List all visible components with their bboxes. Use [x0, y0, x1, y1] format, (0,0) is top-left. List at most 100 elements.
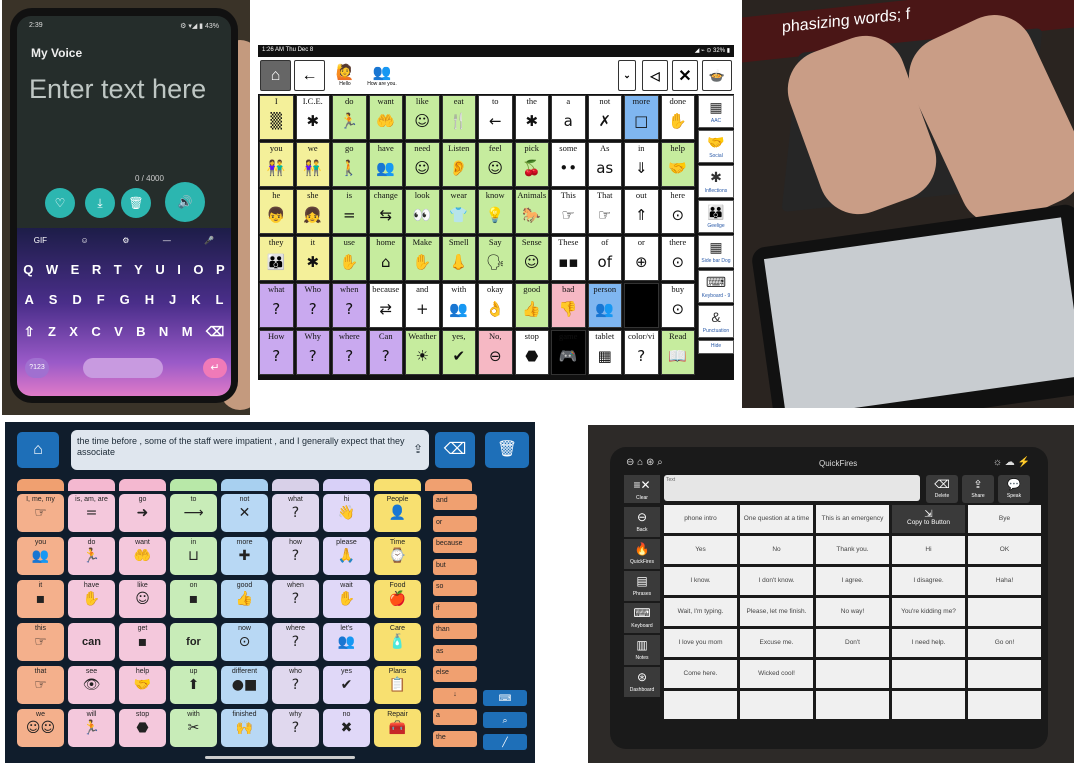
key[interactable]: K: [191, 292, 200, 307]
word-button[interactable]: I, me, my ☞: [17, 494, 64, 532]
grid-cell[interactable]: Read 📖: [660, 330, 695, 375]
grid-cell[interactable]: need ☺: [405, 142, 440, 187]
conjunction-button[interactable]: but: [433, 558, 477, 575]
grid-cell[interactable]: These ▪▪: [551, 236, 586, 281]
close-icon[interactable]: ✕: [672, 60, 698, 91]
quickfire-cell[interactable]: Bye: [968, 505, 1041, 533]
grid-cell[interactable]: like ☺: [405, 95, 440, 140]
key[interactable]: C: [91, 324, 100, 340]
side-button[interactable]: Hide: [698, 340, 734, 354]
grid-cell[interactable]: want 🤲: [368, 95, 403, 140]
word-button[interactable]: more ✚: [221, 537, 268, 575]
grid-cell[interactable]: help 🤝: [660, 142, 695, 187]
grid-cell[interactable]: out ⇑: [624, 189, 659, 234]
space-key[interactable]: [83, 358, 163, 378]
word-button[interactable]: have ✋: [68, 580, 115, 618]
home-icon[interactable]: ⌂: [260, 60, 291, 91]
key[interactable]: D: [72, 292, 81, 307]
quickfire-cell[interactable]: Hi: [892, 536, 965, 564]
quickfire-cell[interactable]: Excuse me.: [740, 629, 813, 657]
key[interactable]: P: [216, 262, 225, 277]
menu-quickfires[interactable]: 🔥 QuickFires: [624, 539, 660, 569]
word-button[interactable]: who?: [272, 666, 319, 704]
word-button[interactable]: let's 👥: [323, 623, 370, 661]
side-button[interactable]: ▦ AAC: [698, 95, 734, 128]
key[interactable]: A: [24, 292, 33, 307]
grid-cell[interactable]: is =: [332, 189, 367, 234]
folder-tab[interactable]: [323, 479, 370, 491]
word-button[interactable]: that ☞: [17, 666, 64, 704]
quickfire-cell[interactable]: Wait, I'm typing.: [664, 598, 737, 626]
key[interactable]: B: [136, 324, 145, 340]
grid-cell[interactable]: Weather ☀: [405, 330, 440, 375]
menu-dashboard[interactable]: ⊛ Dashboard: [624, 667, 660, 697]
word-button[interactable]: up ⬆: [170, 666, 217, 704]
suggestion-key[interactable]: ⚙: [122, 236, 129, 245]
grid-cell[interactable]: done ✋: [660, 95, 695, 140]
grid-cell[interactable]: good 👍: [514, 283, 549, 328]
grid-cell[interactable]: what?: [259, 283, 294, 328]
word-button[interactable]: no ✖: [323, 709, 370, 747]
word-button[interactable]: now ⊙: [221, 623, 268, 661]
grid-cell[interactable]: eat 🍴: [441, 95, 476, 140]
menu-phrases[interactable]: ▤ Phrases: [624, 571, 660, 601]
grid-cell[interactable]: it ✱: [295, 236, 330, 281]
grid-cell[interactable]: buy ⊙: [660, 283, 695, 328]
grid-cell[interactable]: we 👫: [295, 142, 330, 187]
grid-cell[interactable]: Say 🗣: [478, 236, 513, 281]
conjunction-button[interactable]: if: [433, 601, 477, 618]
conjunction-button[interactable]: so: [433, 580, 477, 596]
quickfire-cell[interactable]: This is an emergency: [816, 505, 889, 533]
side-button[interactable]: 🤝 Social: [698, 130, 734, 163]
key[interactable]: R: [92, 262, 101, 277]
conjunction-button[interactable]: than: [433, 623, 477, 639]
key[interactable]: F: [97, 292, 105, 307]
key[interactable]: Q: [23, 262, 33, 277]
quickfire-cell[interactable]: I need help.: [892, 629, 965, 657]
folder-tab[interactable]: [170, 479, 217, 491]
key[interactable]: X: [69, 324, 78, 340]
quickfire-cell[interactable]: No: [740, 536, 813, 564]
share-icon[interactable]: ⇪: [413, 443, 423, 455]
word-button[interactable]: wait ✋: [323, 580, 370, 618]
conjunction-button[interactable]: else: [433, 666, 477, 682]
grid-cell[interactable]: Why?: [295, 330, 330, 375]
grid-cell[interactable]: That ☞: [587, 189, 622, 234]
key[interactable]: ⌫: [206, 324, 224, 340]
key[interactable]: G: [120, 292, 130, 307]
key[interactable]: Z: [48, 324, 56, 340]
word-button[interactable]: this ☞: [17, 623, 64, 661]
side-button[interactable]: ⌨ Keyboard - 9: [698, 270, 734, 303]
grid-cell[interactable]: I ▒: [259, 95, 294, 140]
grid-cell[interactable]: Animals 🐎: [514, 189, 549, 234]
quickfire-cell[interactable]: You're kidding me?: [892, 598, 965, 626]
back-arrow-icon[interactable]: ←: [294, 60, 325, 91]
heart-icon[interactable]: ♡: [45, 188, 75, 218]
word-button[interactable]: Time ⌚: [374, 537, 421, 575]
key[interactable]: Y: [134, 262, 143, 277]
grid-cell[interactable]: where?: [332, 330, 367, 375]
grid-cell[interactable]: of of: [587, 236, 622, 281]
status-icons[interactable]: ☼ ☁ ⚡: [993, 457, 1030, 468]
speak-button[interactable]: 💬 Speak: [998, 475, 1030, 503]
text-input[interactable]: Enter text here: [29, 74, 206, 105]
suggestion-key[interactable]: —: [163, 236, 171, 245]
word-button[interactable]: is, am, are =: [68, 494, 115, 532]
keyboard-icon[interactable]: ⌨: [483, 690, 527, 706]
key[interactable]: V: [114, 324, 123, 340]
grid-cell[interactable]: he 👦: [259, 189, 294, 234]
trash-icon[interactable]: 🗑: [485, 432, 529, 468]
grid-cell[interactable]: in ⇓: [624, 142, 659, 187]
word-button[interactable]: to ⟶: [170, 494, 217, 532]
grid-cell[interactable]: okay 👌: [478, 283, 513, 328]
grid-cell[interactable]: pick 🍒: [514, 142, 549, 187]
grid-cell[interactable]: or ⊕: [624, 236, 659, 281]
grid-cell[interactable]: game 🎮: [551, 330, 586, 375]
key[interactable]: H: [145, 292, 154, 307]
grid-cell[interactable]: Smell 👃: [441, 236, 476, 281]
word-button[interactable]: People 👤: [374, 494, 421, 532]
quickfire-cell[interactable]: Come here.: [664, 660, 737, 688]
word-button[interactable]: we ☺☺: [17, 709, 64, 747]
grid-cell[interactable]: here ⊙: [660, 189, 695, 234]
grid-cell[interactable]: use ✋: [332, 236, 367, 281]
